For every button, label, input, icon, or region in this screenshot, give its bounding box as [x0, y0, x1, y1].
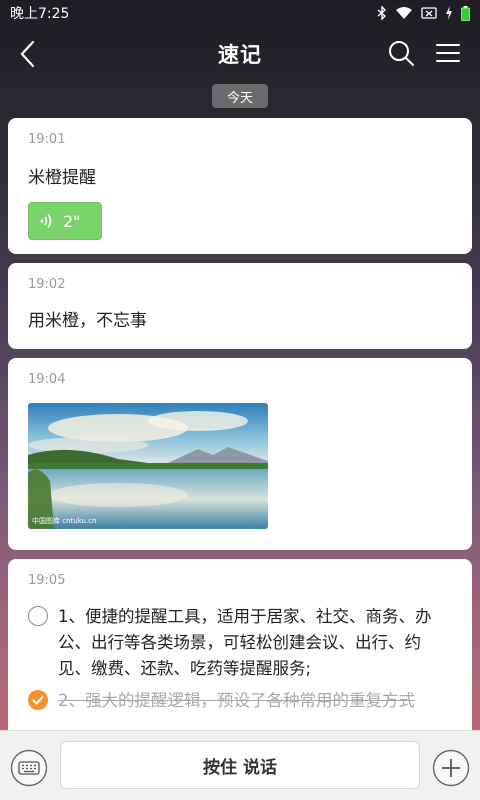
status-time: 晚上7:25	[10, 6, 70, 22]
note-text: 米橙提醒	[28, 168, 96, 188]
todo-item: 1、便捷的提醒工具，适用于居家、社交、商务、办公、出行等各类场景，可轻松创建会议…	[28, 604, 452, 682]
add-icon[interactable]	[432, 749, 470, 787]
no-sim-icon	[421, 7, 437, 19]
todo-text: 2、强大的提醒逻辑，预设了各种常用的重复方式	[58, 691, 415, 710]
keyboard-icon[interactable]	[10, 749, 48, 787]
sound-wave-icon	[40, 214, 52, 228]
charging-icon	[446, 6, 452, 20]
note-time: 19:05	[28, 573, 66, 588]
note-time: 19:01	[28, 132, 66, 147]
page-title: 速记	[218, 43, 262, 67]
search-icon[interactable]	[386, 38, 416, 68]
lake-photo[interactable]: 中国图库 cntuku.cn	[28, 403, 268, 529]
todo-item-done: 2、强大的提醒逻辑，预设了各种常用的重复方式	[28, 688, 452, 714]
note-text: 用米橙，不忘事	[28, 311, 147, 331]
note-card-image[interactable]: 19:04 中国图库 cntuku.cn	[8, 358, 472, 550]
note-card-text[interactable]: 19:02 用米橙，不忘事	[8, 263, 472, 349]
back-icon[interactable]	[14, 38, 46, 70]
note-card-todo[interactable]: 19:05 1、便捷的提醒工具，适用于居家、社交、商务、办公、出行等各类场景，可…	[8, 559, 472, 739]
hold-to-talk-button[interactable]: 按住 说话	[60, 741, 420, 789]
lake-landscape-image: 中国图库 cntuku.cn	[28, 403, 268, 529]
date-chip: 今天	[212, 84, 268, 108]
todo-checkbox-checked[interactable]	[28, 690, 48, 710]
voice-duration: 2"	[63, 211, 81, 231]
bluetooth-icon	[377, 6, 387, 20]
note-time: 19:02	[28, 277, 66, 292]
battery-icon	[461, 5, 470, 21]
voice-message[interactable]: 2"	[28, 202, 102, 240]
bottom-input-bar: 按住 说话	[0, 730, 480, 800]
image-watermark: 中国图库 cntuku.cn	[32, 516, 96, 525]
note-time: 19:04	[28, 372, 66, 387]
menu-icon[interactable]	[434, 38, 462, 68]
checkmark-icon	[32, 695, 44, 705]
status-icons	[377, 5, 470, 21]
wifi-icon	[396, 7, 412, 19]
status-bar: 晚上7:25	[0, 0, 480, 26]
todo-checkbox[interactable]	[28, 606, 48, 626]
note-card-voice[interactable]: 19:01 米橙提醒 2"	[8, 118, 472, 254]
todo-text: 1、便捷的提醒工具，适用于居家、社交、商务、办公、出行等各类场景，可轻松创建会议…	[58, 607, 432, 678]
nav-bar: 速记	[0, 26, 480, 82]
